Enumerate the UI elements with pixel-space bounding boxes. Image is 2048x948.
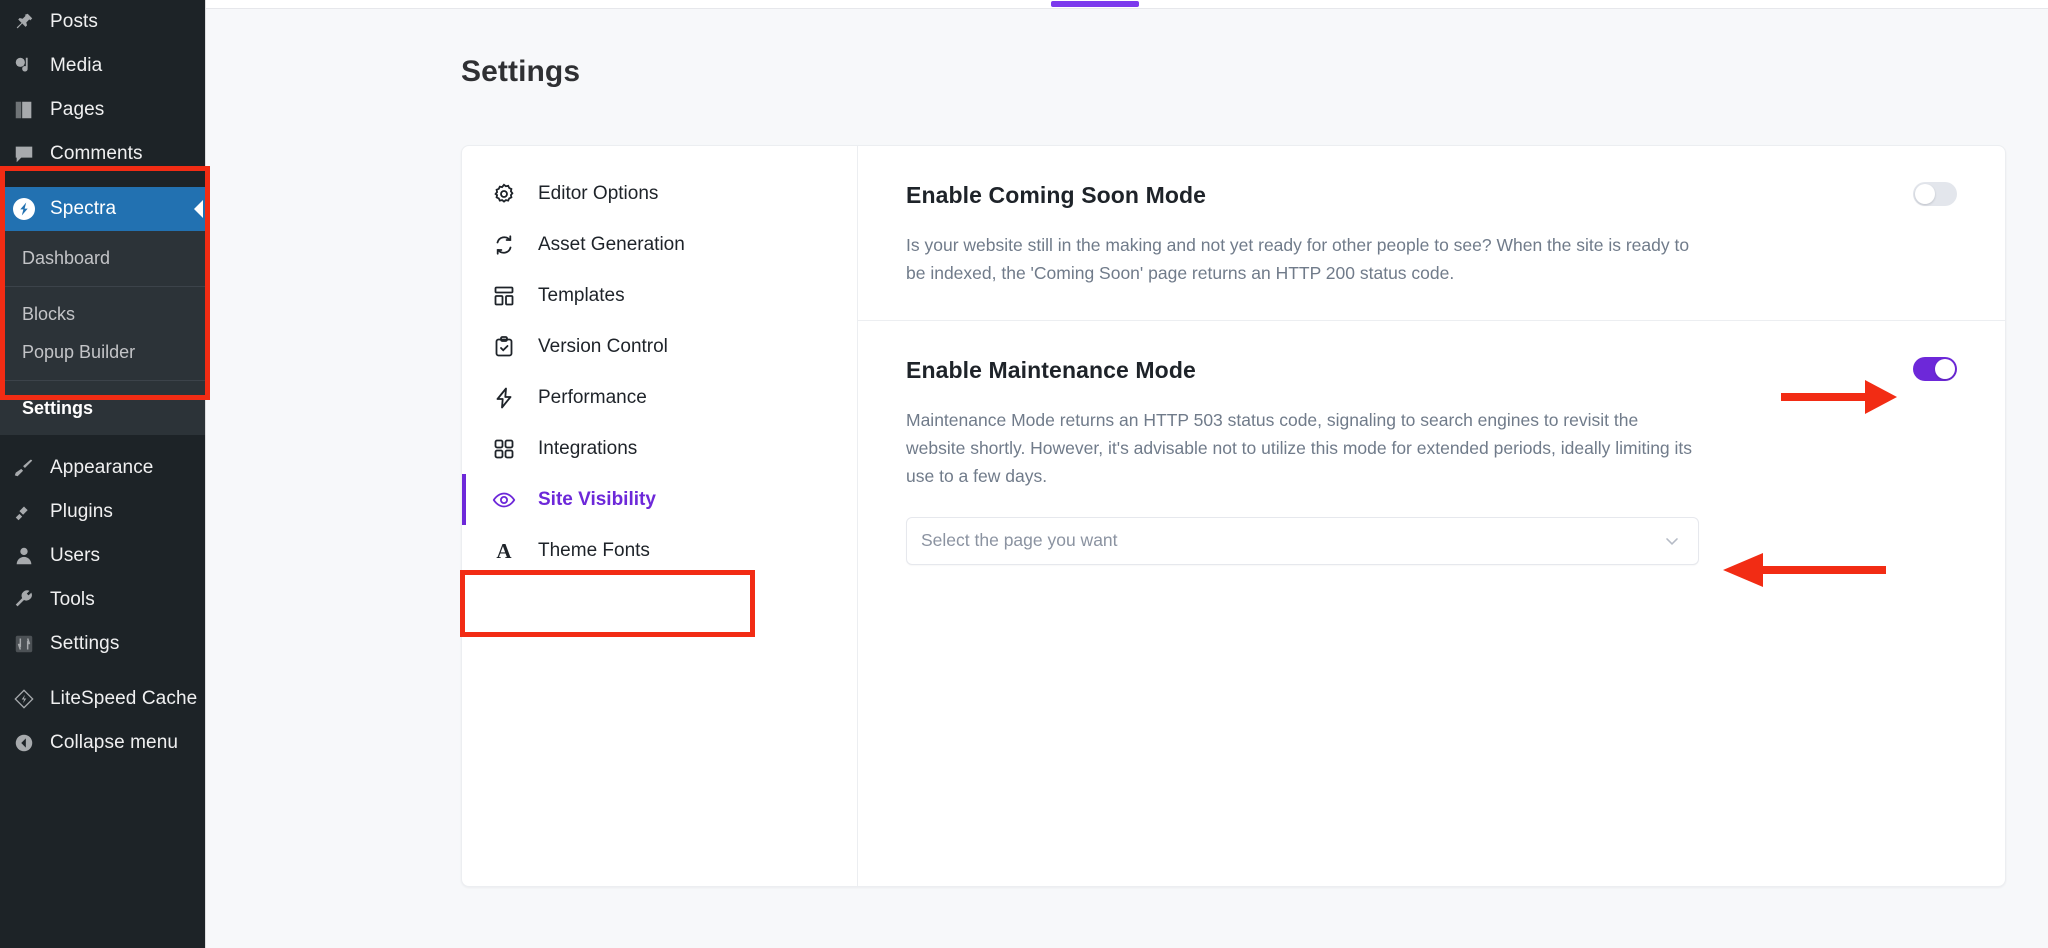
sidebar-separator [0,176,205,187]
sidebar-item-label: Comments [50,143,143,164]
sidebar-item-label: Appearance [50,457,154,478]
submenu-item-popup-builder[interactable]: Popup Builder [0,333,205,372]
sidebar-item-label: Posts [50,11,99,32]
sidebar-item-collapse-menu[interactable]: Collapse menu [0,721,205,765]
nav-item-performance[interactable]: Performance [462,372,857,423]
sidebar-item-tools[interactable]: Tools [0,578,205,622]
plug-icon [10,498,38,526]
section-title: Enable Maintenance Mode [906,356,1196,383]
settings-panel: Enable Coming Soon Mode Is your website … [858,146,2005,886]
nav-item-label: Performance [538,386,647,408]
top-tab-bar [206,0,2048,9]
pin-icon [10,8,38,36]
nav-item-theme-fonts[interactable]: A Theme Fonts [462,525,857,576]
lightning-icon [491,385,517,411]
sidebar-separator [0,666,205,677]
collapse-arrow-icon [10,729,38,757]
nav-item-label: Version Control [538,335,668,357]
toggle-knob [1915,184,1935,204]
svg-text:A: A [496,539,512,563]
media-icon [10,52,38,80]
nav-item-templates[interactable]: Templates [462,270,857,321]
sidebar-item-label: Users [50,545,101,566]
sidebar-separator [0,435,205,446]
sidebar-item-label: Settings [50,633,120,654]
chevron-down-icon [1662,531,1682,551]
grid-dots-icon [491,436,517,462]
section-maintenance: Enable Maintenance Mode Maintenance Mode… [858,319,2005,597]
sidebar-item-label: Media [50,55,103,76]
nav-item-editor-options[interactable]: Editor Options [462,168,857,219]
pages-icon [10,96,38,124]
submenu-item-settings[interactable]: Settings [0,389,205,428]
nav-item-site-visibility[interactable]: Site Visibility [462,474,857,525]
active-tab-indicator[interactable] [1051,1,1139,7]
select-placeholder: Select the page you want [921,530,1118,551]
nav-item-version-control[interactable]: Version Control [462,321,857,372]
comment-icon [10,140,38,168]
main-content: Settings Editor Options Asset Generation [205,0,2048,948]
nav-item-label: Theme Fonts [538,539,650,561]
sidebar-item-comments[interactable]: Comments [0,132,205,176]
section-coming-soon: Enable Coming Soon Mode Is your website … [858,146,2005,320]
gear-icon [491,181,517,207]
maintenance-toggle[interactable] [1913,356,1957,381]
letter-a-icon: A [491,538,517,564]
eye-icon [491,487,517,513]
screen-root: Posts Media Pages Comments Spectra Dashb… [0,0,2048,948]
submenu-group: Dashboard [0,231,205,286]
sidebar-item-label: Plugins [50,501,114,522]
sidebar-item-label: Tools [50,589,95,610]
submenu-group: Settings [0,379,205,436]
sidebar-item-label: Collapse menu [50,732,179,753]
spectra-logo-icon [10,195,38,223]
spectra-submenu: Dashboard Blocks Popup Builder Settings [0,231,205,435]
user-icon [10,542,38,570]
nav-item-label: Integrations [538,437,638,459]
litespeed-icon [10,685,38,713]
arrow-head [1865,380,1897,414]
settings-nav: Editor Options Asset Generation Template… [462,146,858,886]
wp-admin-sidebar: Posts Media Pages Comments Spectra Dashb… [0,0,205,948]
sidebar-item-settings[interactable]: Settings [0,622,205,666]
arrow-shaft [1761,566,1886,574]
sidebar-item-pages[interactable]: Pages [0,88,205,132]
wrench-icon [10,586,38,614]
maintenance-page-select[interactable]: Select the page you want [906,516,1699,565]
sidebar-item-posts[interactable]: Posts [0,0,205,44]
nav-item-label: Templates [538,284,625,306]
nav-item-integrations[interactable]: Integrations [462,423,857,474]
paintbrush-icon [10,454,38,482]
sidebar-item-plugins[interactable]: Plugins [0,490,205,534]
arrow-head [1723,553,1763,587]
submenu-item-blocks[interactable]: Blocks [0,295,205,334]
sidebar-item-label: Spectra [50,198,117,219]
section-description: Maintenance Mode returns an HTTP 503 sta… [906,409,1693,487]
arrow-shaft [1781,393,1873,401]
settings-card: Editor Options Asset Generation Template… [461,145,2006,887]
coming-soon-toggle[interactable] [1913,182,1957,206]
submenu-group: Blocks Popup Builder [0,285,205,380]
sidebar-item-appearance[interactable]: Appearance [0,446,205,490]
sliders-icon [10,630,38,658]
page-title: Settings [461,55,581,88]
layout-icon [491,283,517,309]
nav-item-label: Asset Generation [538,233,685,255]
nav-item-label: Site Visibility [538,488,656,510]
section-description: Is your website still in the making and … [906,235,1690,284]
sidebar-item-label: LiteSpeed Cache [50,688,198,709]
sidebar-item-label: Pages [50,99,105,120]
toggle-knob [1935,358,1955,379]
refresh-icon [491,232,517,258]
section-title: Enable Coming Soon Mode [906,182,1207,208]
chevron-left-icon [194,200,203,218]
sidebar-item-media[interactable]: Media [0,44,205,88]
sidebar-item-users[interactable]: Users [0,534,205,578]
submenu-item-dashboard[interactable]: Dashboard [0,239,205,278]
sidebar-item-litespeed-cache[interactable]: LiteSpeed Cache [0,677,205,721]
nav-item-label: Editor Options [538,182,659,204]
sidebar-item-spectra[interactable]: Spectra [0,187,205,231]
nav-item-asset-generation[interactable]: Asset Generation [462,219,857,270]
clipboard-check-icon [491,334,517,360]
